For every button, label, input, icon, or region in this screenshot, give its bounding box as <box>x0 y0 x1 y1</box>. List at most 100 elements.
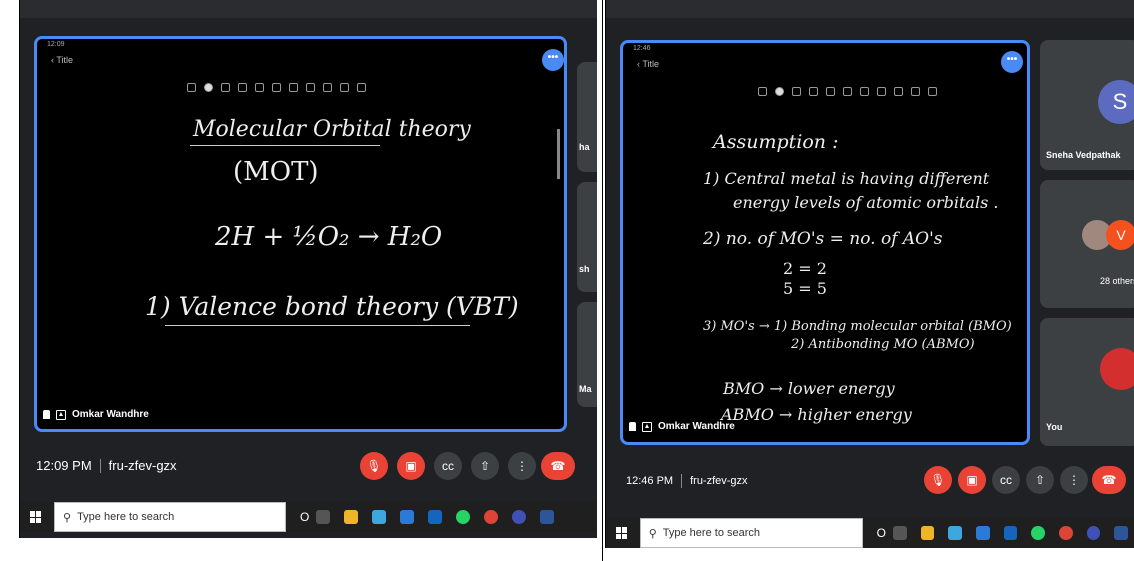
participant-tile[interactable]: S Sneha Vedpathak <box>1040 40 1134 170</box>
tablet-title[interactable]: ‹ Title <box>51 55 73 65</box>
side-participant-tile[interactable]: Ma <box>577 302 597 407</box>
pin-icon[interactable] <box>629 422 636 431</box>
participant-name: Sneha Vedpathak <box>1046 150 1121 160</box>
search-placeholder: Type here to search <box>662 527 761 539</box>
marker-icon[interactable] <box>809 87 818 96</box>
add-page-icon[interactable] <box>357 83 366 92</box>
avatar: V <box>1106 220 1134 250</box>
tool-icon[interactable] <box>758 87 767 96</box>
windows-taskbar: ⚲ Type here to search O <box>20 502 597 532</box>
pen-icon[interactable] <box>775 87 784 96</box>
undo-icon[interactable] <box>306 83 315 92</box>
lasso-icon[interactable] <box>843 87 852 96</box>
tablet-title[interactable]: ‹ Title <box>637 59 659 69</box>
meeting-info: 12:09 PM fru-zfev-gzx <box>36 458 177 473</box>
board-line: 3) MO's → 1) Bonding molecular orbital (… <box>703 319 1012 334</box>
present-button[interactable]: ⇧ <box>1026 466 1054 494</box>
cortana-icon[interactable]: O <box>877 526 886 540</box>
avatar-initial: V <box>1116 227 1126 243</box>
presenter-name: Omkar Wandhre <box>658 421 735 432</box>
pin-icon[interactable] <box>43 410 50 419</box>
camera-off-button[interactable]: ▣ <box>397 452 425 480</box>
more-icon: ⋮ <box>1068 473 1080 487</box>
word-icon[interactable] <box>540 510 555 524</box>
participant-tile[interactable]: You <box>1040 318 1134 446</box>
redo-icon[interactable] <box>894 87 903 96</box>
present-button[interactable]: ⇧ <box>471 452 499 480</box>
board-line: Assumption : <box>713 131 839 153</box>
meeting-code: fru-zfev-gzx <box>108 458 177 473</box>
whiteboard[interactable]: Molecular Orbital theory (MOT) 2H + ½O₂ … <box>145 97 519 429</box>
mail-icon[interactable] <box>428 510 443 524</box>
chrome-icon[interactable] <box>1058 526 1073 540</box>
mail-icon[interactable] <box>1003 526 1018 540</box>
windows-start-icon[interactable] <box>616 527 628 539</box>
side-participant-tile[interactable]: sh <box>577 182 597 292</box>
task-view-icon[interactable] <box>892 526 907 540</box>
presentation-tile[interactable]: 12:09 ‹ Title Molecular Orbital theory (… <box>34 36 567 432</box>
more-options-icon[interactable]: ••• <box>1001 51 1023 73</box>
hangup-button[interactable]: ☎ <box>1092 466 1126 494</box>
taskbar-search[interactable]: ⚲ Type here to search <box>639 518 863 548</box>
captions-button[interactable]: cc <box>992 466 1020 494</box>
participant-label: sh <box>579 264 590 274</box>
cortana-icon[interactable]: O <box>300 510 309 524</box>
pencil-icon[interactable] <box>792 87 801 96</box>
mic-off-icon: 🎙 <box>930 473 946 487</box>
side-participant-tile[interactable]: ha <box>577 62 597 172</box>
participant-label: Ma <box>579 384 592 394</box>
mic-off-button[interactable]: 🎙 <box>924 466 952 494</box>
file-explorer-icon[interactable] <box>920 526 935 540</box>
eraser-icon[interactable] <box>826 87 835 96</box>
camera-off-button[interactable]: ▣ <box>958 466 986 494</box>
lasso-icon[interactable] <box>272 83 281 92</box>
app-icon[interactable] <box>512 510 527 524</box>
file-explorer-icon[interactable] <box>344 510 359 524</box>
whatsapp-icon[interactable] <box>1031 526 1045 540</box>
eraser-icon[interactable] <box>255 83 264 92</box>
whiteboard[interactable]: Assumption : 1) Central metal is having … <box>693 101 1023 441</box>
separator <box>99 458 101 473</box>
more-button[interactable]: ⋮ <box>508 452 536 480</box>
presentation-tile[interactable]: 12:46 ‹ Title Assumption : 1) Central me… <box>620 40 1030 445</box>
scrollbar[interactable] <box>557 129 560 179</box>
windows-start-icon[interactable] <box>30 511 42 523</box>
present-icon: ⇧ <box>479 459 491 473</box>
browser-strip <box>20 0 597 18</box>
board-line: 5 = 5 <box>783 279 827 298</box>
taskbar-search[interactable]: ⚲ Type here to search <box>54 502 286 532</box>
hangup-button[interactable]: ☎ <box>541 452 575 480</box>
tool-icon[interactable] <box>187 83 196 92</box>
meeting-time: 12:46 PM <box>626 475 674 487</box>
whatsapp-icon[interactable] <box>456 510 471 524</box>
app-icon[interactable] <box>1086 526 1101 540</box>
drawing-toolbar <box>758 87 937 96</box>
task-view-icon[interactable] <box>316 510 331 524</box>
edge-icon[interactable] <box>372 510 387 524</box>
meeting-code: fru-zfev-gzx <box>690 475 748 487</box>
pen-icon[interactable] <box>204 83 213 92</box>
image-icon[interactable] <box>911 87 920 96</box>
meeting-time: 12:09 PM <box>36 458 92 473</box>
more-options-icon[interactable]: ••• <box>542 49 564 71</box>
captions-button[interactable]: cc <box>434 452 462 480</box>
image-icon[interactable] <box>340 83 349 92</box>
mic-off-button[interactable]: 🎙 <box>360 452 388 480</box>
store-icon[interactable] <box>400 510 415 524</box>
more-button[interactable]: ⋮ <box>1060 466 1088 494</box>
redo-icon[interactable] <box>323 83 332 92</box>
participant-tile[interactable]: V 28 others <box>1040 180 1134 308</box>
edge-icon[interactable] <box>948 526 962 540</box>
tablet-status: 12:09 <box>47 41 65 48</box>
participant-label: ha <box>579 142 590 152</box>
text-icon[interactable] <box>289 83 298 92</box>
undo-icon[interactable] <box>877 87 886 96</box>
chrome-icon[interactable] <box>484 510 499 524</box>
marker-icon[interactable] <box>238 83 247 92</box>
store-icon[interactable] <box>975 526 990 540</box>
presenter-name: Omkar Wandhre <box>72 409 149 420</box>
add-page-icon[interactable] <box>928 87 937 96</box>
pencil-icon[interactable] <box>221 83 230 92</box>
text-icon[interactable] <box>860 87 869 96</box>
word-icon[interactable] <box>1114 526 1128 540</box>
